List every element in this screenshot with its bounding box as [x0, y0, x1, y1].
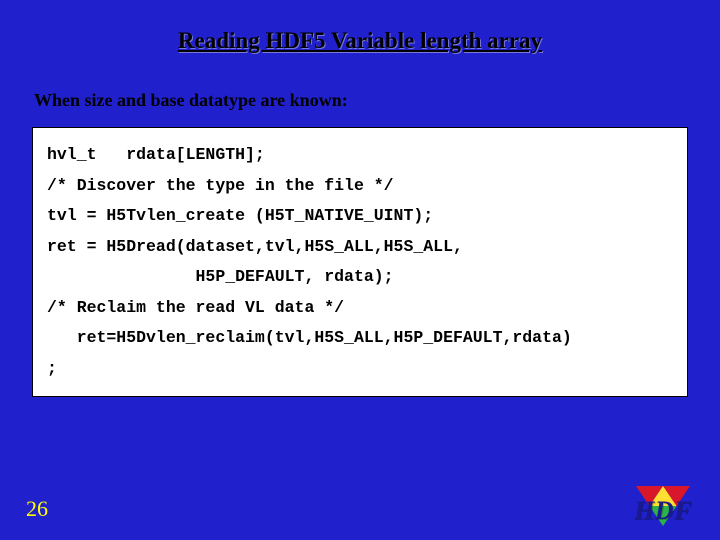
slide-title: Reading HDF5 Variable length array [32, 28, 688, 54]
hdf-logo-text: HDF [628, 496, 698, 526]
code-block: hvl_t rdata[LENGTH]; /* Discover the typ… [32, 127, 688, 397]
page-number: 26 [26, 496, 48, 522]
slide: Reading HDF5 Variable length array When … [0, 0, 720, 540]
slide-subhead: When size and base datatype are known: [34, 90, 688, 111]
